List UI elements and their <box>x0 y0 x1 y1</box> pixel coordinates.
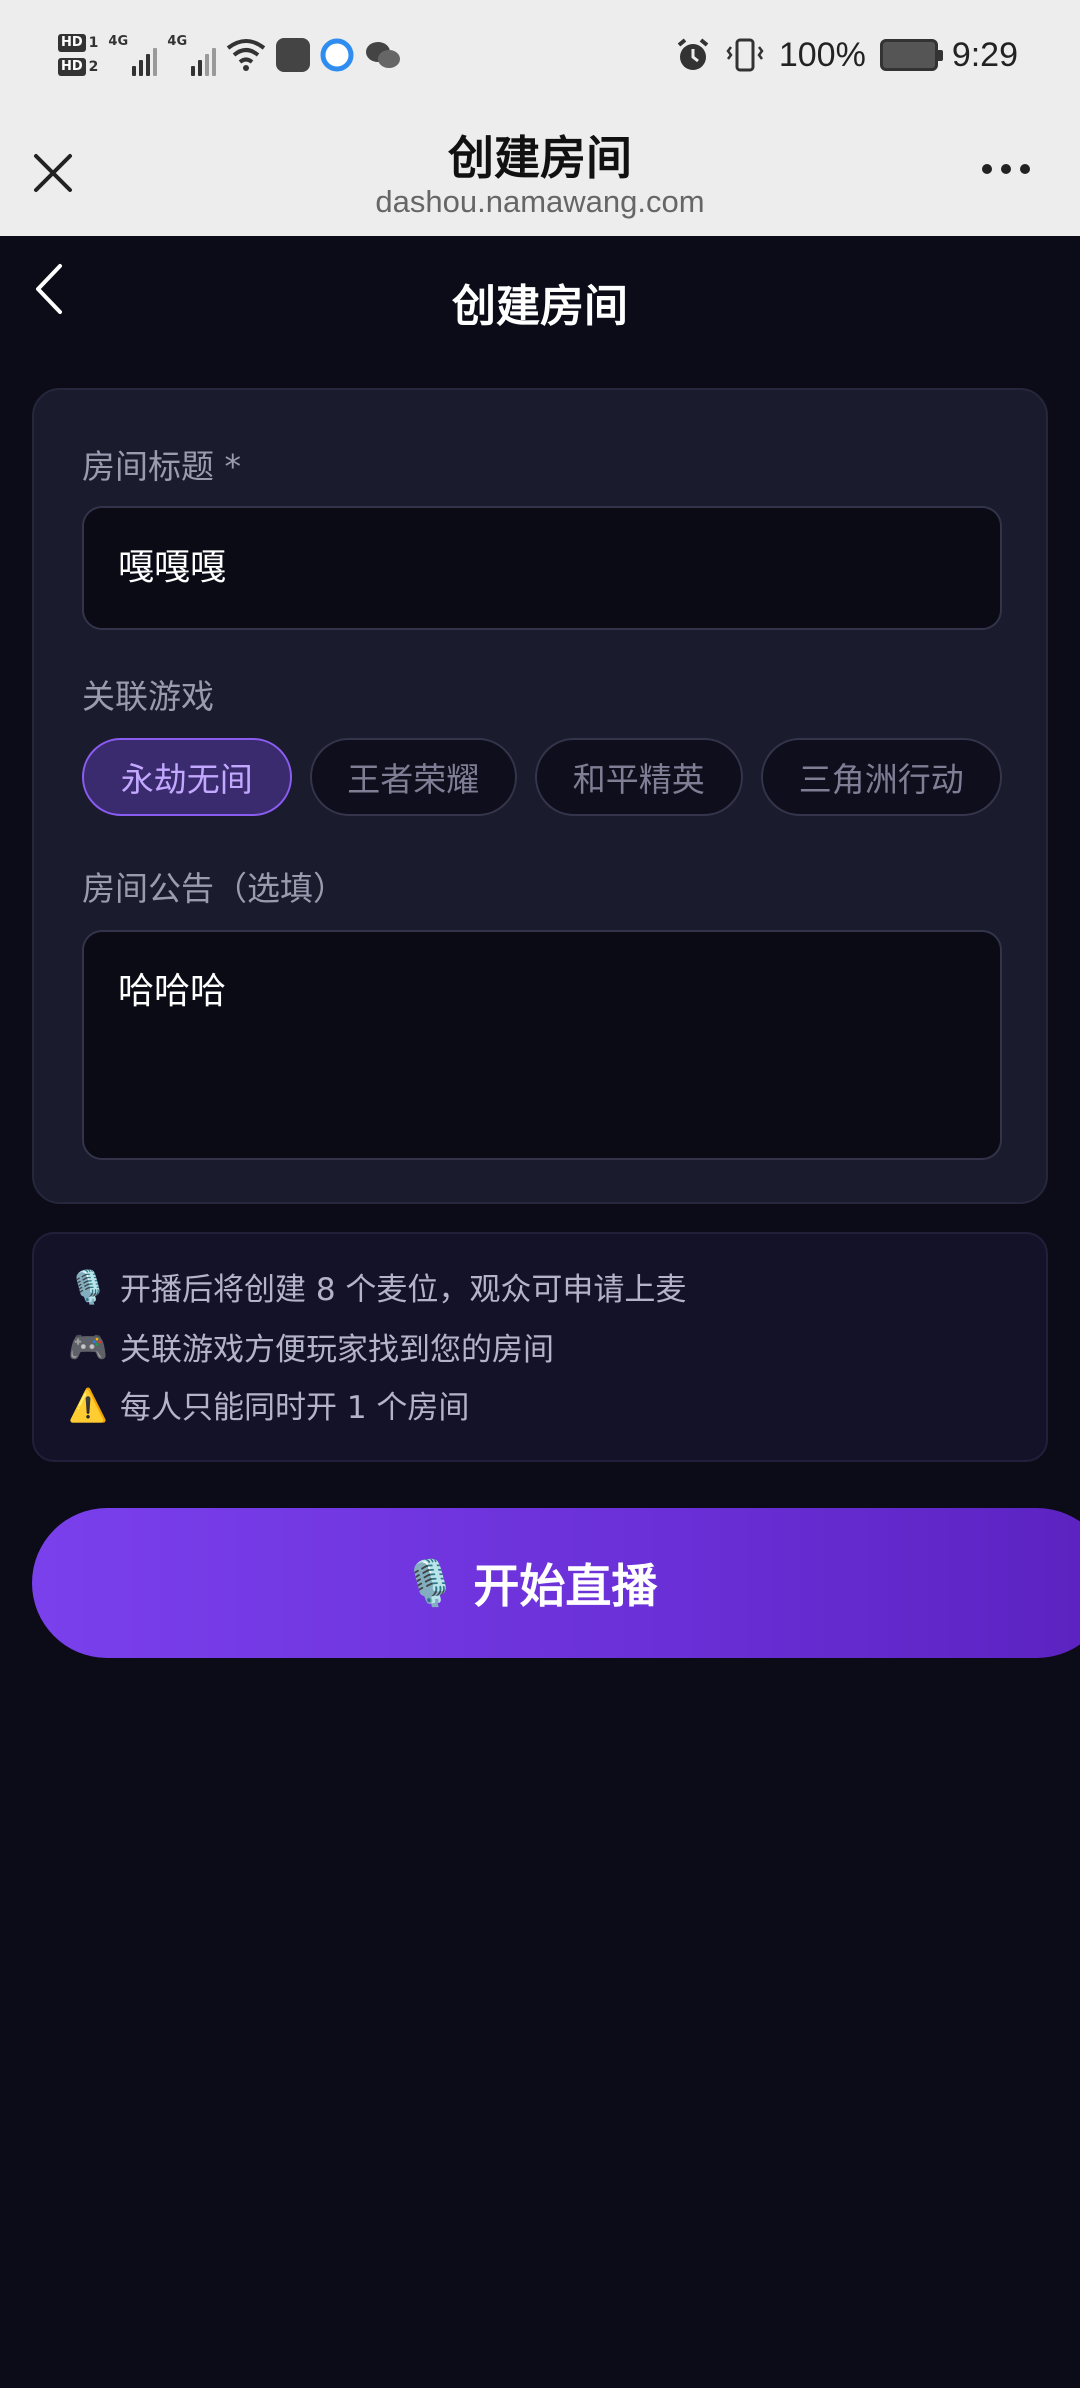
tip-item: ⚠️ 每人只能同时开 1 个房间 <box>68 1382 469 1427</box>
battery-icon <box>879 39 943 71</box>
signal-1-icon: 4G <box>108 34 158 76</box>
game-chip-wangzhe[interactable]: 王者荣耀 <box>309 738 518 816</box>
status-right: 100% 9:29 <box>675 28 1018 82</box>
room-title-value: 嘎嘎嘎 <box>118 547 227 588</box>
tip-text: 每人只能同时开 1 个房间 <box>120 1390 470 1426</box>
webview-header: 创建房间 dashou.namawang.com <box>0 108 1080 236</box>
tip-text: 关联游戏方便玩家找到您的房间 <box>120 1332 554 1368</box>
wifi-icon <box>227 39 266 71</box>
start-live-button[interactable]: 🎙️ 开始直播 <box>32 1508 1080 1658</box>
vibrate-icon <box>726 38 764 72</box>
browser-app-icon <box>320 38 354 72</box>
microphone-icon: 🎙️ <box>402 1558 458 1609</box>
network-2-label: 4G <box>167 34 188 49</box>
webview-url: dashou.namawang.com <box>375 184 705 219</box>
start-live-label: 开始直播 <box>473 1559 658 1613</box>
signal-2-icon: 4G <box>167 34 217 76</box>
room-notice-label: 房间公告（选填） <box>82 869 346 908</box>
room-form-card: 房间标题 * 嘎嘎嘎 关联游戏 永劫无间 王者荣耀 和平精英 三角洲行动 房间公… <box>32 388 1048 1204</box>
hd2-badge: HD <box>58 58 86 76</box>
tip-item: 🎙️ 开播后将创建 8 个麦位，观众可申请上麦 <box>68 1264 686 1309</box>
linked-game-label: 关联游戏 <box>82 677 214 716</box>
alarm-icon <box>677 38 709 70</box>
tip-item: 🎮 关联游戏方便玩家找到您的房间 <box>68 1324 554 1369</box>
hd1-number: 1 <box>88 35 99 51</box>
more-options-icon[interactable] <box>982 164 1030 174</box>
game-chip-yongjie[interactable]: 永劫无间 <box>82 738 292 816</box>
game-chip-heping[interactable]: 和平精英 <box>535 738 743 816</box>
game-chip-sanjiaozhou[interactable]: 三角洲行动 <box>760 738 1002 816</box>
webview-title: 创建房间 <box>448 131 632 185</box>
tips-panel: 🎙️ 开播后将创建 8 个麦位，观众可申请上麦 🎮 关联游戏方便玩家找到您的房间… <box>32 1232 1048 1462</box>
shopping-bag-icon <box>276 38 311 72</box>
wechat-icon <box>366 42 401 68</box>
page-title: 创建房间 <box>452 281 628 332</box>
room-notice-textarea[interactable]: 哈哈哈 <box>82 930 1002 1160</box>
warning-icon: ⚠️ <box>68 1385 108 1424</box>
hd-indicators: HD 1 HD 2 <box>58 34 98 76</box>
network-1-label: 4G <box>108 34 129 49</box>
status-left: HD 1 HD 2 4G 4G <box>58 20 402 90</box>
game-chip-group: 永劫无间 王者荣耀 和平精英 三角洲行动 <box>82 738 1002 816</box>
gamepad-icon: 🎮 <box>68 1327 108 1366</box>
hd1-badge: HD <box>58 34 86 52</box>
room-notice-value: 哈哈哈 <box>118 971 227 1012</box>
create-room-page: 创建房间 房间标题 * 嘎嘎嘎 关联游戏 永劫无间 王者荣耀 和平精英 三角洲行… <box>0 236 1080 2388</box>
microphone-icon: 🎙️ <box>68 1267 108 1306</box>
hd2-number: 2 <box>88 59 99 75</box>
tip-text: 开播后将创建 8 个麦位，观众可申请上麦 <box>120 1272 687 1308</box>
clock: 9:29 <box>951 35 1018 74</box>
room-title-label: 房间标题 * <box>82 447 241 486</box>
status-bar: HD 1 HD 2 4G 4G 100% 9:29 <box>0 0 1080 108</box>
battery-percent: 100% <box>778 35 866 74</box>
room-title-input[interactable]: 嘎嘎嘎 <box>82 506 1002 630</box>
